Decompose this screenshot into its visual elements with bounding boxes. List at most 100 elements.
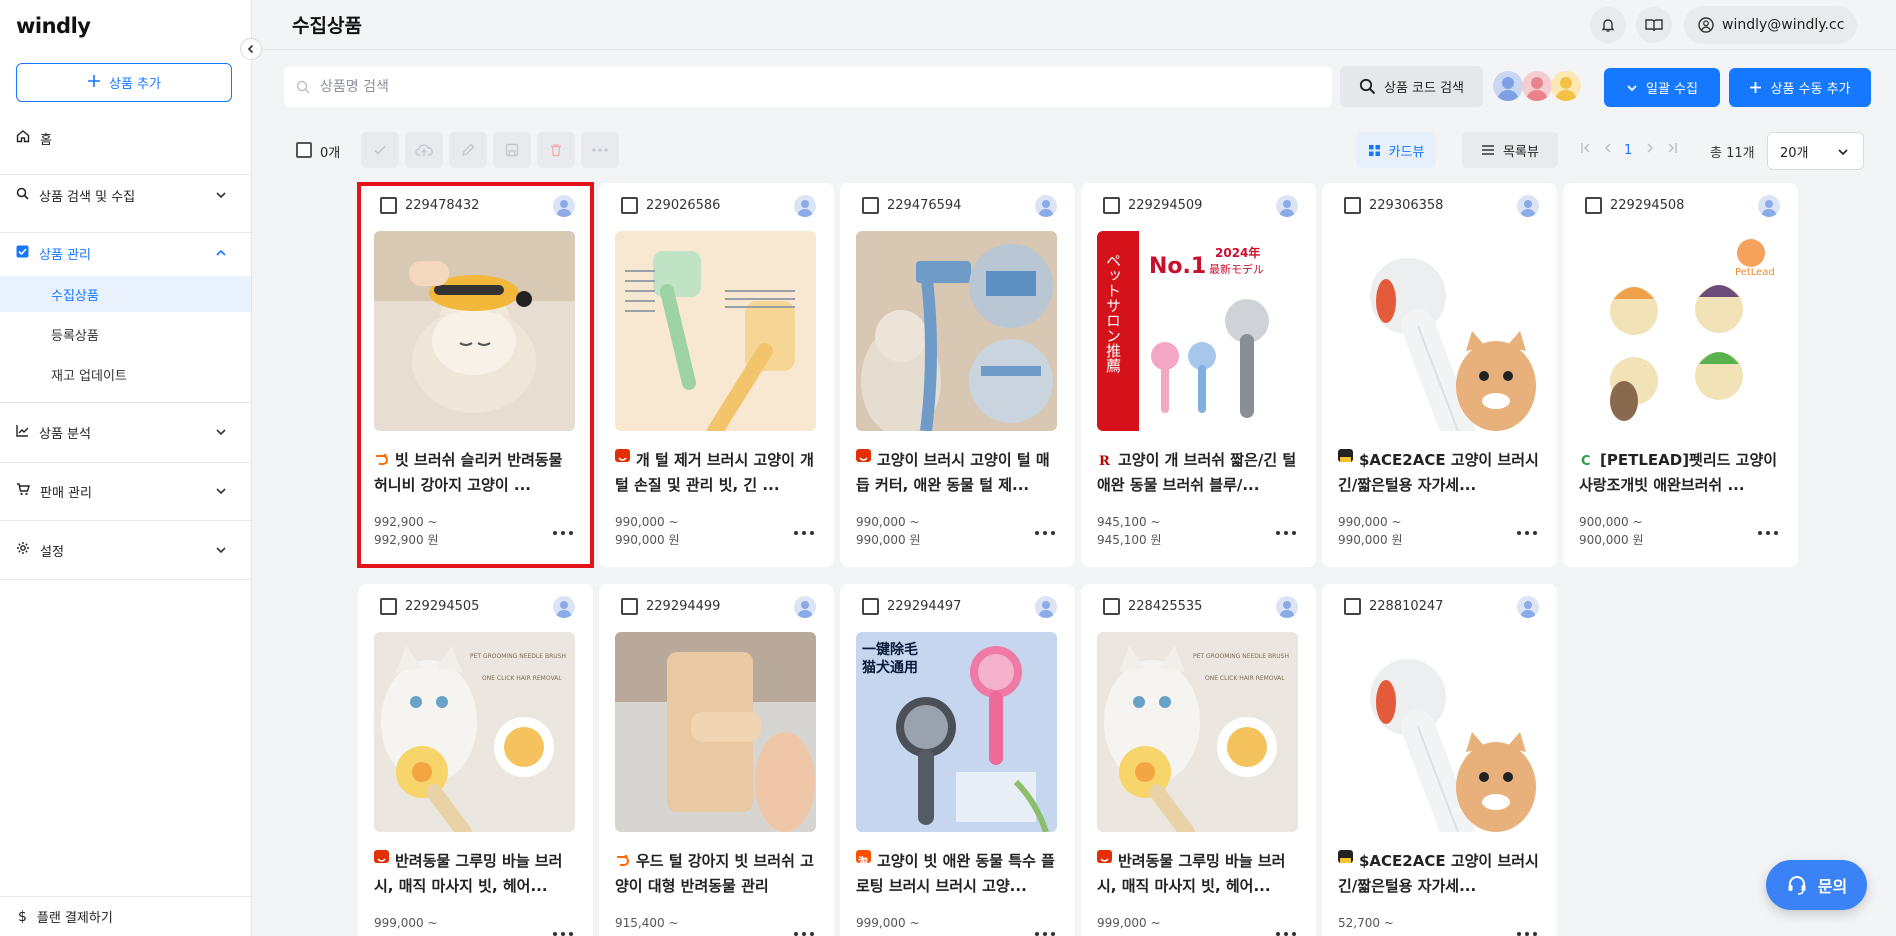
product-checkbox[interactable] <box>1103 598 1120 615</box>
plus-icon <box>1750 82 1762 93</box>
plan-payment-link[interactable]: $ 플랜 결제하기 <box>0 896 251 936</box>
save-button[interactable] <box>493 132 531 168</box>
sidebar-subitem-collected[interactable]: 수집상품 <box>0 276 251 312</box>
product-image <box>1338 632 1539 832</box>
sidebar-item-label: 상품 검색 및 수집 <box>39 189 136 205</box>
manual-add-button[interactable]: 상품 수동 추가 <box>1729 68 1871 107</box>
more-options-icon[interactable] <box>1276 929 1298 936</box>
product-card[interactable]: 229294509 ペットサロン推薦 No.1 2024年 最新モデル R 고양이 개 … <box>1081 183 1316 567</box>
search-input[interactable] <box>320 78 1300 95</box>
product-name-search[interactable] <box>284 66 1332 107</box>
more-options-icon[interactable] <box>1035 929 1057 936</box>
more-options-icon[interactable] <box>1517 528 1539 538</box>
avatar <box>1493 71 1523 101</box>
more-options-icon[interactable] <box>1758 528 1780 538</box>
plan-label: 플랜 결제하기 <box>36 911 113 926</box>
guide-button[interactable] <box>1636 7 1672 43</box>
first-page-icon[interactable] <box>1580 142 1592 158</box>
product-id: 229306358 <box>1369 198 1444 213</box>
svg-text:ペットサロン推薦: ペットサロン推薦 <box>1104 253 1122 373</box>
more-options-icon[interactable] <box>553 929 575 936</box>
product-checkbox[interactable] <box>1103 197 1120 214</box>
product-card[interactable]: 229306358 $ACE2ACE 고양이 브러시 긴/짧은털용 자가세...… <box>1322 183 1557 567</box>
product-card[interactable]: 229294508 PetLead C [PETLEAD]펫리드 고양이 사랑조개… <box>1563 183 1798 567</box>
product-card[interactable]: 228810247 $ACE2ACE 고양이 브러시 긴/짧은털용 자가세...… <box>1322 584 1557 936</box>
sidebar-item-home[interactable]: 홈 <box>0 121 251 155</box>
user-avatar-group[interactable] <box>1493 71 1583 103</box>
sidebar-subitem-stock-update[interactable]: 재고 업데이트 <box>0 356 251 392</box>
list-view-button[interactable]: 목록뷰 <box>1462 132 1558 168</box>
search-icon <box>1359 78 1376 95</box>
product-card[interactable]: 229026586 개 털 제거 브러시 고양이 개 털 손질 및 관리 빗, … <box>599 183 834 567</box>
sidebar-item-settings[interactable]: 설정 <box>0 533 251 567</box>
product-card[interactable]: 229294499 우드 털 강아지 빗 브러쉬 고양이 대형 반려동물 관리 … <box>599 584 834 936</box>
svg-text:PetLead: PetLead <box>1735 267 1775 278</box>
svg-text:C: C <box>1581 454 1591 466</box>
svg-text:PET GROOMING NEEDLE BRUSH: PET GROOMING NEEDLE BRUSH <box>1193 653 1289 660</box>
more-options-icon[interactable] <box>553 528 575 538</box>
sidebar-subitem-registered[interactable]: 등록상품 <box>0 316 251 352</box>
headset-icon <box>1788 876 1806 895</box>
inquiry-chat-button[interactable]: 문의 <box>1766 860 1867 910</box>
sidebar-item-sales[interactable]: 판매 관리 <box>0 474 251 508</box>
confirm-button[interactable] <box>361 132 399 168</box>
per-page-select[interactable]: 20개 <box>1767 132 1864 170</box>
more-options-icon[interactable] <box>794 929 816 936</box>
product-checkbox[interactable] <box>1344 197 1361 214</box>
product-image <box>615 231 816 431</box>
product-card[interactable]: 228425535 PET GROOMING NEEDLE BRUSH ONE C… <box>1081 584 1316 936</box>
delete-button[interactable] <box>537 132 575 168</box>
product-checkbox[interactable] <box>621 197 638 214</box>
product-card[interactable]: 229294497 一键除毛 猫犬通用 淘 고양이 빗 애완 동물 특수 플로팅 브… <box>840 584 1075 936</box>
more-options-icon[interactable] <box>1517 929 1539 936</box>
product-checkbox[interactable] <box>1344 598 1361 615</box>
add-product-button[interactable]: 상품 추가 <box>16 63 232 102</box>
manual-add-label: 상품 수동 추가 <box>1770 82 1851 97</box>
svg-text:淘: 淘 <box>858 855 868 867</box>
product-checkbox[interactable] <box>1585 197 1602 214</box>
product-id: 229026586 <box>646 198 721 213</box>
source-logo-icon <box>374 449 389 465</box>
edit-button[interactable] <box>449 132 487 168</box>
more-options-icon[interactable] <box>1035 528 1057 538</box>
search-icon <box>16 187 29 204</box>
more-options-icon[interactable] <box>1276 528 1298 538</box>
product-card[interactable]: 229294505 PET GROOMING NEEDLE BRUSH ONE C… <box>358 584 593 936</box>
product-checkbox[interactable] <box>621 598 638 615</box>
select-all-checkbox[interactable] <box>296 142 312 158</box>
next-page-icon[interactable] <box>1644 142 1656 158</box>
product-code-search-button[interactable]: 상품 코드 검색 <box>1340 66 1483 107</box>
product-card[interactable]: 229476594 고양이 브러시 고양이 털 매듭 커터, 애완 동물 털 제… <box>840 183 1075 567</box>
card-view-button[interactable]: 카드뷰 <box>1356 132 1436 168</box>
list-icon <box>1482 145 1495 155</box>
more-actions-button[interactable] <box>581 132 619 168</box>
product-checkbox[interactable] <box>380 598 397 615</box>
notification-button[interactable] <box>1590 7 1626 43</box>
chevron-left-icon <box>247 44 254 54</box>
prev-page-icon[interactable] <box>1602 142 1614 158</box>
product-price: 990,000 ~990,000 원 <box>615 515 680 547</box>
upload-button[interactable] <box>405 132 443 168</box>
product-checkbox[interactable] <box>862 197 879 214</box>
sidebar-item-search-collect[interactable]: 상품 검색 및 수집 <box>0 178 251 212</box>
bulk-collect-button[interactable]: 일괄 수집 <box>1604 68 1720 107</box>
user-account-button[interactable]: windly@windly.cc <box>1684 6 1857 44</box>
sidebar-collapse-button[interactable] <box>240 38 262 60</box>
total-count: 총 11개 <box>1710 146 1755 161</box>
windly-logo[interactable]: windly <box>16 14 91 38</box>
chevron-down-icon <box>1837 146 1849 162</box>
product-price: 945,100 ~945,100 원 <box>1097 515 1162 547</box>
product-price: 999,000 ~ <box>1097 916 1161 930</box>
source-logo-icon <box>1338 449 1353 462</box>
current-page[interactable]: 1 <box>1624 143 1632 158</box>
sidebar-item-product-mgmt[interactable]: 상품 관리 <box>0 236 251 270</box>
trash-icon <box>551 144 561 157</box>
last-page-icon[interactable] <box>1666 142 1678 158</box>
user-icon <box>794 195 816 217</box>
sidebar-item-analysis[interactable]: 상품 분석 <box>0 415 251 449</box>
more-options-icon[interactable] <box>794 528 816 538</box>
product-checkbox[interactable] <box>380 197 397 214</box>
svg-text:No.1: No.1 <box>1149 254 1206 279</box>
product-card[interactable]: 229478432 빗 브러쉬 슬리커 반려동물 허니비 강아지 고양이 ...… <box>357 182 594 568</box>
product-checkbox[interactable] <box>862 598 879 615</box>
